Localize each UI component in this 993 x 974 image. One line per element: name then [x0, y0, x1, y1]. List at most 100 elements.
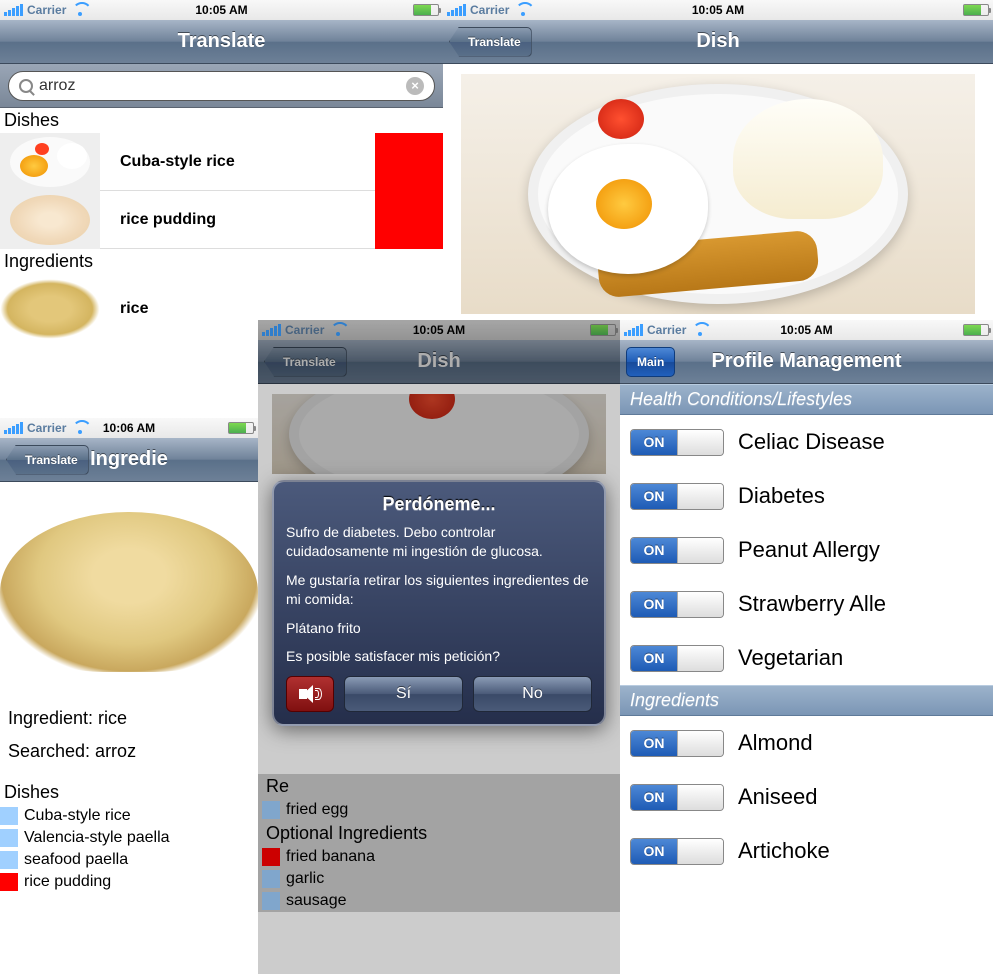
toggle-knob: [677, 538, 723, 563]
battery-icon: [963, 4, 989, 16]
ingredient-image: [0, 482, 258, 702]
toggle-knob: [677, 731, 723, 756]
toggle-switch[interactable]: ON: [630, 591, 724, 618]
signal-icon: [4, 422, 23, 434]
ingredient-label: rice: [100, 300, 148, 318]
wifi-icon: [692, 324, 708, 336]
toggle-label: Aniseed: [738, 784, 818, 810]
ingredient-name-label: Ingredient: rice: [0, 702, 258, 735]
wifi-icon: [515, 4, 531, 16]
dishes-section-header: Dishes: [0, 780, 258, 805]
ingredients-section-header: Ingredients: [620, 685, 993, 716]
conditions-section-header: Health Conditions/Lifestyles: [620, 384, 993, 415]
no-button[interactable]: No: [473, 676, 592, 712]
alert-text: Es posible satisfacer mis petición?: [286, 647, 592, 666]
dish-row[interactable]: rice pudding: [0, 191, 443, 249]
status-time: 10:05 AM: [780, 323, 832, 337]
carrier-label: Carrier: [470, 3, 509, 17]
nav-bar: Translate Dish: [443, 20, 993, 64]
dish-row[interactable]: Cuba-style rice: [0, 133, 443, 191]
battery-icon: [413, 4, 439, 16]
toggle-switch[interactable]: ON: [630, 645, 724, 672]
toggle-row: ON Aniseed: [620, 770, 993, 824]
status-bar: Carrier 10:05 AM: [0, 0, 443, 20]
toggle-on-label: ON: [631, 430, 677, 455]
status-time: 10:06 AM: [103, 421, 155, 435]
dish-row[interactable]: rice pudding: [0, 871, 258, 893]
speak-button[interactable]: [286, 676, 334, 712]
toggle-knob: [677, 484, 723, 509]
screen-profile: Carrier 10:05 AM Main Profile Management…: [620, 320, 993, 974]
toggle-switch[interactable]: ON: [630, 838, 724, 865]
toggle-switch[interactable]: ON: [630, 483, 724, 510]
screen-dish: Carrier 10:05 AM Translate Dish: [443, 0, 993, 320]
signal-icon: [447, 4, 466, 16]
search-input[interactable]: [39, 77, 406, 95]
main-button[interactable]: Main: [626, 347, 675, 377]
dish-row[interactable]: seafood paella: [0, 849, 258, 871]
screen-dish-alert: Carrier 10:05 AM Translate Dish Re fried…: [258, 320, 620, 974]
toggle-row: ON Celiac Disease: [620, 415, 993, 469]
search-icon: [19, 79, 33, 93]
speaker-icon: [299, 685, 321, 703]
toggle-knob: [677, 592, 723, 617]
page-title: Translate: [178, 30, 266, 53]
alert-dialog: Perdóneme... Sufro de diabetes. Debo con…: [272, 480, 606, 726]
toggle-switch[interactable]: ON: [630, 537, 724, 564]
battery-icon: [228, 422, 254, 434]
carrier-label: Carrier: [647, 323, 686, 337]
toggle-switch[interactable]: ON: [630, 429, 724, 456]
page-title: Dish: [696, 30, 739, 53]
color-flag: [0, 851, 18, 869]
color-flag: [0, 873, 18, 891]
dish-thumbnail: [0, 133, 100, 191]
dish-row[interactable]: Cuba-style rice: [0, 805, 258, 827]
dish-image: [461, 74, 975, 314]
alert-body: Sufro de diabetes. Debo controlar cuidad…: [286, 523, 592, 666]
toggle-label: Celiac Disease: [738, 429, 885, 455]
color-flag: [0, 829, 18, 847]
toggle-row: ONStrawberry Alle: [620, 577, 993, 631]
toggle-knob: [677, 430, 723, 455]
signal-icon: [4, 4, 23, 16]
back-button[interactable]: Translate: [6, 445, 89, 475]
toggle-switch[interactable]: ON: [630, 730, 724, 757]
dish-thumbnail: [0, 191, 100, 249]
status-bar: Carrier 10:06 AM: [0, 418, 258, 438]
yes-button[interactable]: Sí: [344, 676, 463, 712]
toggle-on-label: ON: [631, 538, 677, 563]
toggle-on-label: ON: [631, 785, 677, 810]
toggle-knob: [677, 785, 723, 810]
toggle-on-label: ON: [631, 731, 677, 756]
toggle-row: ONArtichoke: [620, 824, 993, 878]
toggle-knob: [677, 839, 723, 864]
carrier-label: Carrier: [27, 3, 66, 17]
dish-label: Cuba-style rice: [24, 807, 131, 825]
toggle-label: Almond: [738, 730, 813, 756]
nav-bar: Main Profile Management: [620, 340, 993, 384]
dish-label: rice pudding: [24, 873, 111, 891]
signal-icon: [624, 324, 643, 336]
search-field: ×: [8, 71, 435, 101]
page-title: Profile Management: [711, 350, 901, 373]
back-button[interactable]: Translate: [449, 27, 532, 57]
toggle-row: ON Almond: [620, 716, 993, 770]
status-time: 10:05 AM: [692, 3, 744, 17]
wifi-icon: [72, 4, 88, 16]
wifi-icon: [72, 422, 88, 434]
warning-flag: [375, 191, 443, 249]
ingredients-section-header: Ingredients: [0, 249, 443, 274]
toggle-on-label: ON: [631, 646, 677, 671]
alert-text: Me gustaría retirar los siguientes ingre…: [286, 571, 592, 609]
toggle-switch[interactable]: ON: [630, 784, 724, 811]
clear-icon[interactable]: ×: [406, 77, 424, 95]
dish-label: Cuba-style rice: [100, 153, 375, 171]
dish-label: Valencia-style paella: [24, 829, 170, 847]
alert-title: Perdóneme...: [286, 494, 592, 515]
status-time: 10:05 AM: [195, 3, 247, 17]
page-title: Ingredie: [90, 448, 168, 471]
alert-text: Sufro de diabetes. Debo controlar cuidad…: [286, 523, 592, 561]
toggle-on-label: ON: [631, 592, 677, 617]
toggle-row: ONVegetarian: [620, 631, 993, 685]
dish-row[interactable]: Valencia-style paella: [0, 827, 258, 849]
